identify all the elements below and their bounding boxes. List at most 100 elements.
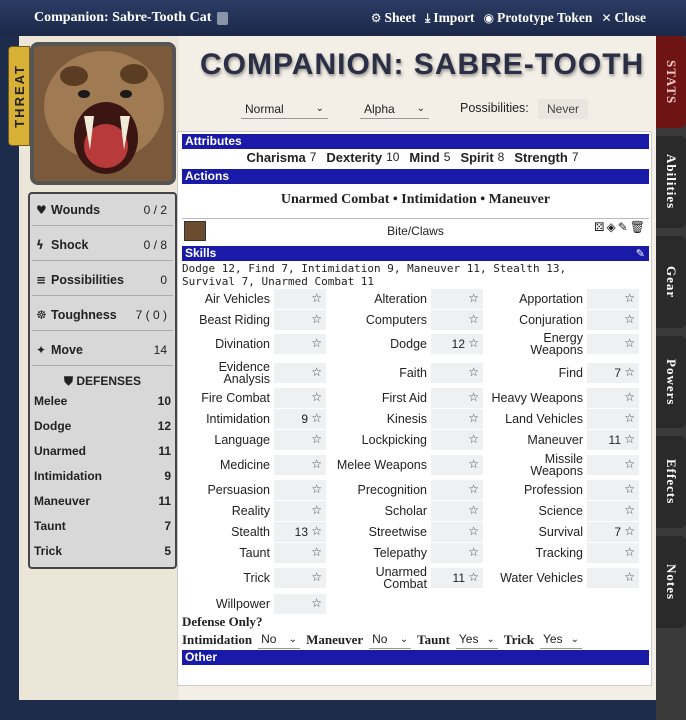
trick-defense-select[interactable]: Yes ⌄ <box>540 630 582 649</box>
star-icon[interactable]: ☆ <box>624 545 635 559</box>
skill-value-box[interactable]: ☆ <box>431 543 483 563</box>
tab-stats[interactable]: STATS <box>656 36 686 128</box>
intimidation-defense-select[interactable]: No ⌄ <box>258 630 301 649</box>
skill-name[interactable]: Fire Combat <box>178 392 274 405</box>
skill-value-box[interactable]: ☆ <box>587 501 639 521</box>
star-icon[interactable]: ☆ <box>468 411 479 425</box>
star-icon[interactable]: ☆ <box>311 596 322 610</box>
star-icon[interactable]: ☆ <box>468 336 479 350</box>
star-icon[interactable]: ☆ <box>624 390 635 404</box>
skill-name[interactable]: Dodge <box>335 338 431 351</box>
skill-name[interactable]: Maneuver <box>491 434 587 447</box>
skill-value-box[interactable]: ☆ <box>587 480 639 500</box>
skill-name[interactable]: Willpower <box>178 598 274 611</box>
star-icon[interactable]: ☆ <box>311 365 322 379</box>
skill-name[interactable]: Computers <box>335 314 431 327</box>
tab-notes[interactable]: Notes <box>656 536 686 628</box>
skill-value-box[interactable]: ☆ <box>431 455 483 475</box>
star-icon[interactable]: ☆ <box>624 411 635 425</box>
skill-value-box[interactable]: ☆ <box>274 455 326 475</box>
star-icon[interactable]: ☆ <box>311 336 322 350</box>
close-button[interactable]: ✕ Close <box>601 10 646 26</box>
skill-value-box[interactable]: ☆ <box>587 455 639 475</box>
skill-name[interactable]: Tracking <box>491 547 587 560</box>
skill-value-box[interactable]: ☆ <box>274 501 326 521</box>
toughness-row[interactable]: ☸ Toughness 7 ( 0 ) <box>32 299 173 331</box>
wounds-value[interactable]: 0 / 2 <box>144 203 167 217</box>
skill-name[interactable]: Science <box>491 505 587 518</box>
skill-value-box[interactable]: ☆ <box>587 543 639 563</box>
skill-name[interactable]: Melee Weapons <box>335 459 431 472</box>
star-icon[interactable]: ☆ <box>311 570 322 584</box>
skill-name[interactable]: Find <box>491 367 587 380</box>
skill-name[interactable]: Medicine <box>178 459 274 472</box>
star-icon[interactable]: ☆ <box>311 457 322 471</box>
sheet-button[interactable]: ⚙ Sheet <box>371 10 416 26</box>
cube-icon[interactable]: ◈ <box>606 220 615 234</box>
threat-tab[interactable]: THREAT <box>8 46 30 146</box>
star-icon[interactable]: ☆ <box>468 570 479 584</box>
import-button[interactable]: ⤓ Import <box>425 10 475 26</box>
skill-name[interactable]: Divination <box>178 338 274 351</box>
skill-name[interactable]: Language <box>178 434 274 447</box>
star-icon[interactable]: ☆ <box>624 457 635 471</box>
skill-value-box[interactable]: ☆ <box>274 594 326 614</box>
wounds-row[interactable]: ♥ Wounds 0 / 2 <box>32 194 173 226</box>
star-icon[interactable]: ☆ <box>311 390 322 404</box>
dice-icon[interactable]: ⚄ <box>594 220 604 234</box>
star-icon[interactable]: ☆ <box>624 291 635 305</box>
skill-name[interactable]: Heavy Weapons <box>491 392 587 405</box>
skill-name[interactable]: Land Vehicles <box>491 413 587 426</box>
star-icon[interactable]: ☆ <box>468 524 479 538</box>
skill-name[interactable]: Apportation <box>491 293 587 306</box>
skill-value-box[interactable]: 7 ☆ <box>587 363 639 383</box>
skill-name[interactable]: Streetwise <box>335 526 431 539</box>
star-icon[interactable]: ☆ <box>624 336 635 350</box>
shock-row[interactable]: ϟ Shock 0 / 8 <box>32 229 173 261</box>
possibilities-row[interactable]: ≡ Possibilities 0 <box>32 264 173 296</box>
skill-name[interactable]: Stealth <box>178 526 274 539</box>
star-icon[interactable]: ☆ <box>468 390 479 404</box>
star-icon[interactable]: ☆ <box>468 291 479 305</box>
edit-icon[interactable]: ✎ <box>618 220 628 234</box>
skill-value-box[interactable]: ☆ <box>431 289 483 309</box>
skill-value-box[interactable]: ☆ <box>274 388 326 408</box>
star-icon[interactable]: ☆ <box>468 503 479 517</box>
star-icon[interactable]: ☆ <box>624 365 635 379</box>
skill-value-box[interactable]: ☆ <box>274 310 326 330</box>
star-icon[interactable]: ☆ <box>624 570 635 584</box>
difficulty-select[interactable]: Normal ⌄ <box>241 99 328 119</box>
star-icon[interactable]: ☆ <box>624 432 635 446</box>
skill-name[interactable]: Profession <box>491 484 587 497</box>
star-icon[interactable]: ☆ <box>624 524 635 538</box>
skill-value-box[interactable]: ☆ <box>274 568 326 588</box>
possibilities-input[interactable]: Never <box>538 99 588 119</box>
star-icon[interactable]: ☆ <box>311 411 322 425</box>
skill-value-box[interactable]: ☆ <box>431 363 483 383</box>
skill-name[interactable]: Air Vehicles <box>178 293 274 306</box>
taunt-defense-select[interactable]: Yes ⌄ <box>455 630 498 649</box>
prototype-token-button[interactable]: ◉ Prototype Token <box>484 10 593 26</box>
lock-icon[interactable] <box>217 11 229 25</box>
skill-value-box[interactable]: 12 ☆ <box>431 334 483 354</box>
star-icon[interactable]: ☆ <box>468 432 479 446</box>
skill-value-box[interactable]: ☆ <box>431 388 483 408</box>
skill-name[interactable]: Water Vehicles <box>491 572 587 585</box>
skill-value-box[interactable]: ☆ <box>587 568 639 588</box>
trash-icon[interactable]: 🗑 <box>630 220 645 234</box>
skill-value-box[interactable]: ☆ <box>274 334 326 354</box>
rank-select[interactable]: Alpha ⌄ <box>360 99 429 119</box>
skill-value-box[interactable]: 13 ☆ <box>274 522 326 542</box>
skill-name[interactable]: Scholar <box>335 505 431 518</box>
skill-name[interactable]: Faith <box>335 367 431 380</box>
skill-value-box[interactable]: ☆ <box>274 289 326 309</box>
skill-name[interactable]: First Aid <box>335 392 431 405</box>
skill-value-box[interactable]: ☆ <box>431 501 483 521</box>
skill-name[interactable]: Alteration <box>335 293 431 306</box>
skill-name[interactable]: Missile Weapons <box>491 453 587 478</box>
skill-name[interactable]: Telepathy <box>335 547 431 560</box>
skill-value-box[interactable]: ☆ <box>431 409 483 429</box>
possibilities-value[interactable]: 0 <box>160 273 167 287</box>
tab-powers[interactable]: Powers <box>656 336 686 428</box>
star-icon[interactable]: ☆ <box>624 482 635 496</box>
